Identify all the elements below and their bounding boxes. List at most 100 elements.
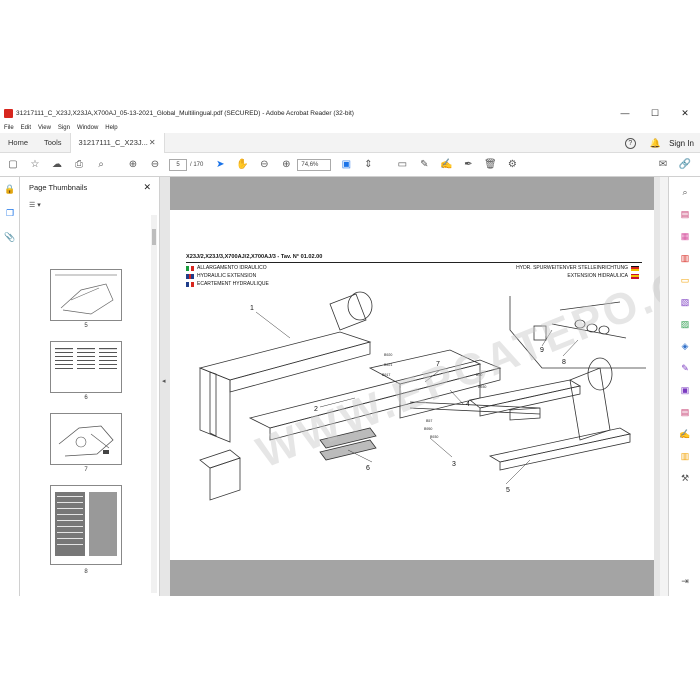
thumbnail-options-icon[interactable]: ☰ ▾	[29, 201, 41, 209]
thumbnail-page-5[interactable]	[50, 269, 122, 321]
acrobat-logo-icon	[4, 108, 13, 118]
send-for-signature-icon[interactable]: ▤	[669, 401, 700, 423]
sign-in-button[interactable]: Sign In	[669, 139, 694, 148]
main-toolbar: ▢ ☆ ☁ ⎙ ⌕ ⊕ ⊖ 5 / 170 ➤ ✋ ⊖ ⊕ 74,6% ▣ ⇕ …	[0, 153, 700, 177]
collapse-left-pane-icon[interactable]: ◂	[162, 377, 166, 385]
lang-it-label: ALLARGAMENTO IDRAULICO	[197, 265, 267, 271]
menu-window[interactable]: Window	[77, 125, 98, 131]
compress-pdf-icon[interactable]: ◈	[669, 335, 700, 357]
menu-sign[interactable]: Sign	[58, 125, 70, 131]
pen-tool-icon[interactable]: ✍	[669, 423, 700, 445]
select-cursor-icon[interactable]: ➤	[209, 154, 231, 176]
uk-flag-icon	[186, 273, 195, 279]
comment-tool-icon[interactable]: ▭	[669, 269, 700, 291]
draw-icon[interactable]: ✍	[435, 154, 457, 176]
page-header-title: X23J/2,X23J/3,X700AJ/2,X700AJ/3 - Tav. N…	[186, 254, 323, 260]
highlight-pen-icon[interactable]: ✎	[413, 154, 435, 176]
right-tools-rail: ⌕ ▤ ▦ ▥ ▭ ▧ ▨ ◈ ✎ ▣ ▤ ✍ ▥ ⚒ ⇥	[668, 177, 700, 596]
more-tools-icon[interactable]: ⚙	[501, 154, 523, 176]
more-tools-rail-icon[interactable]: ⚒	[669, 467, 700, 489]
tab-document[interactable]: 31217111_C_X23J... ✕	[69, 132, 165, 153]
search-icon[interactable]: ⌕	[90, 154, 112, 176]
title-bar: 31217111_C_X23J,X23JA,X700AJ_05-13-2021_…	[0, 104, 700, 122]
callout-1: 1	[250, 305, 254, 312]
tab-tools[interactable]: Tools	[36, 133, 70, 153]
create-pdf-icon[interactable]: ▢	[2, 154, 24, 176]
thumbnail-page-8[interactable]	[50, 485, 122, 565]
attachments-icon[interactable]: 📎	[0, 225, 20, 249]
previous-page-icon[interactable]: ⊕	[122, 154, 144, 176]
tab-document-label: 31217111_C_X23J...	[78, 138, 148, 147]
create-pdf-tool-icon[interactable]: ▥	[669, 247, 700, 269]
page-number-input[interactable]: 5	[169, 158, 187, 171]
fill-sign-icon[interactable]: ✒	[457, 154, 479, 176]
share-icon[interactable]: ✉	[652, 154, 674, 176]
thumbnail-drawing-icon	[58, 425, 114, 457]
notifications-icon[interactable]: 🔔	[650, 138, 661, 149]
minimize-button[interactable]: —	[610, 104, 640, 122]
thumbnails-scrollbar-thumb[interactable]	[152, 229, 156, 245]
page-gap-top	[170, 177, 654, 210]
callout-8: 8	[562, 359, 566, 366]
comment-icon[interactable]: ▭	[391, 154, 413, 176]
lang-english: HYDRAULIC EXTENSION	[186, 273, 256, 279]
thumbnail-table-icon	[55, 492, 117, 556]
acrobat-window: 31217111_C_X23J,X23JA,X700AJ_05-13-2021_…	[0, 104, 700, 596]
zoom-out-icon[interactable]: ⊖	[253, 154, 275, 176]
callout-3: 3	[452, 461, 456, 468]
upload-cloud-icon[interactable]: ☁	[46, 154, 68, 176]
expand-rail-icon[interactable]: ⇥	[669, 570, 700, 592]
left-rail: 🔒 ❐ 📎	[0, 177, 20, 596]
document-scrollbar[interactable]	[660, 177, 668, 596]
delete-icon[interactable]: 🗑	[479, 154, 501, 176]
stamp-icon[interactable]: ▥	[669, 445, 700, 467]
thumbnail-page-7[interactable]	[50, 413, 122, 465]
maximize-button[interactable]: ☐	[640, 104, 670, 122]
callout-4: 4	[466, 401, 470, 408]
menu-help[interactable]: Help	[105, 125, 117, 131]
fill-and-sign-icon[interactable]: ✎	[669, 357, 700, 379]
close-window-button[interactable]: ✕	[670, 104, 700, 122]
zoom-level-select[interactable]: 74,6%	[297, 158, 332, 171]
pane-title: Page Thumbnails	[29, 182, 88, 192]
germany-flag-icon	[631, 265, 639, 271]
callout-5: 5	[506, 487, 510, 494]
protect-icon[interactable]: ▣	[669, 379, 700, 401]
thumbnails-pane: Page Thumbnails ✕ ☰ ▾ 5 6 7 8	[20, 177, 160, 596]
organize-pages-icon[interactable]: ▨	[669, 313, 700, 335]
zoom-in-icon[interactable]: ⊕	[275, 154, 297, 176]
edit-pdf-icon[interactable]: ▦	[669, 225, 700, 247]
small-label-b950: B950	[424, 427, 432, 431]
document-viewer[interactable]: X23J/2,X23J/3,X700AJ/2,X700AJ/3 - Tav. N…	[160, 177, 700, 596]
lock-icon[interactable]: 🔒	[0, 177, 20, 201]
fit-page-icon[interactable]: ▣	[335, 154, 357, 176]
thumbnails-scrollbar[interactable]	[151, 215, 157, 593]
thumbnail-text-icon	[55, 348, 117, 369]
close-pane-icon[interactable]: ✕	[143, 182, 151, 193]
lang-en-label: HYDRAULIC EXTENSION	[197, 273, 257, 279]
link-icon[interactable]: 🔗	[674, 154, 696, 176]
thumbnail-label-8: 8	[84, 569, 88, 575]
combine-files-icon[interactable]: ▧	[669, 291, 700, 313]
page-thumbnails-icon[interactable]: ❐	[0, 201, 20, 225]
print-icon[interactable]: ⎙	[68, 154, 90, 176]
next-page-icon[interactable]: ⊖	[144, 154, 166, 176]
header-rule	[186, 262, 642, 263]
thumbnail-page-6[interactable]	[50, 341, 122, 393]
menu-file[interactable]: File	[4, 125, 14, 131]
search-tools-icon[interactable]: ⌕	[669, 181, 700, 203]
menu-view[interactable]: View	[38, 125, 51, 131]
hand-tool-icon[interactable]: ✋	[231, 154, 253, 176]
export-pdf-icon[interactable]: ▤	[669, 203, 700, 225]
small-label-b921: B921	[384, 363, 392, 367]
thumbnail-label-5: 5	[84, 323, 88, 329]
bookmark-star-icon[interactable]: ☆	[24, 154, 46, 176]
tab-home[interactable]: Home	[0, 133, 36, 153]
close-tab-icon[interactable]: ✕	[149, 138, 156, 147]
scroll-mode-icon[interactable]: ⇕	[357, 154, 379, 176]
small-label-b930-2: B930	[430, 435, 438, 439]
thumbnail-label-6: 6	[84, 395, 88, 401]
help-icon[interactable]: ?	[624, 137, 636, 149]
menu-edit[interactable]: Edit	[21, 125, 31, 131]
lang-fr-label: ECARTEMENT HYDRAULIQUE	[197, 281, 269, 287]
